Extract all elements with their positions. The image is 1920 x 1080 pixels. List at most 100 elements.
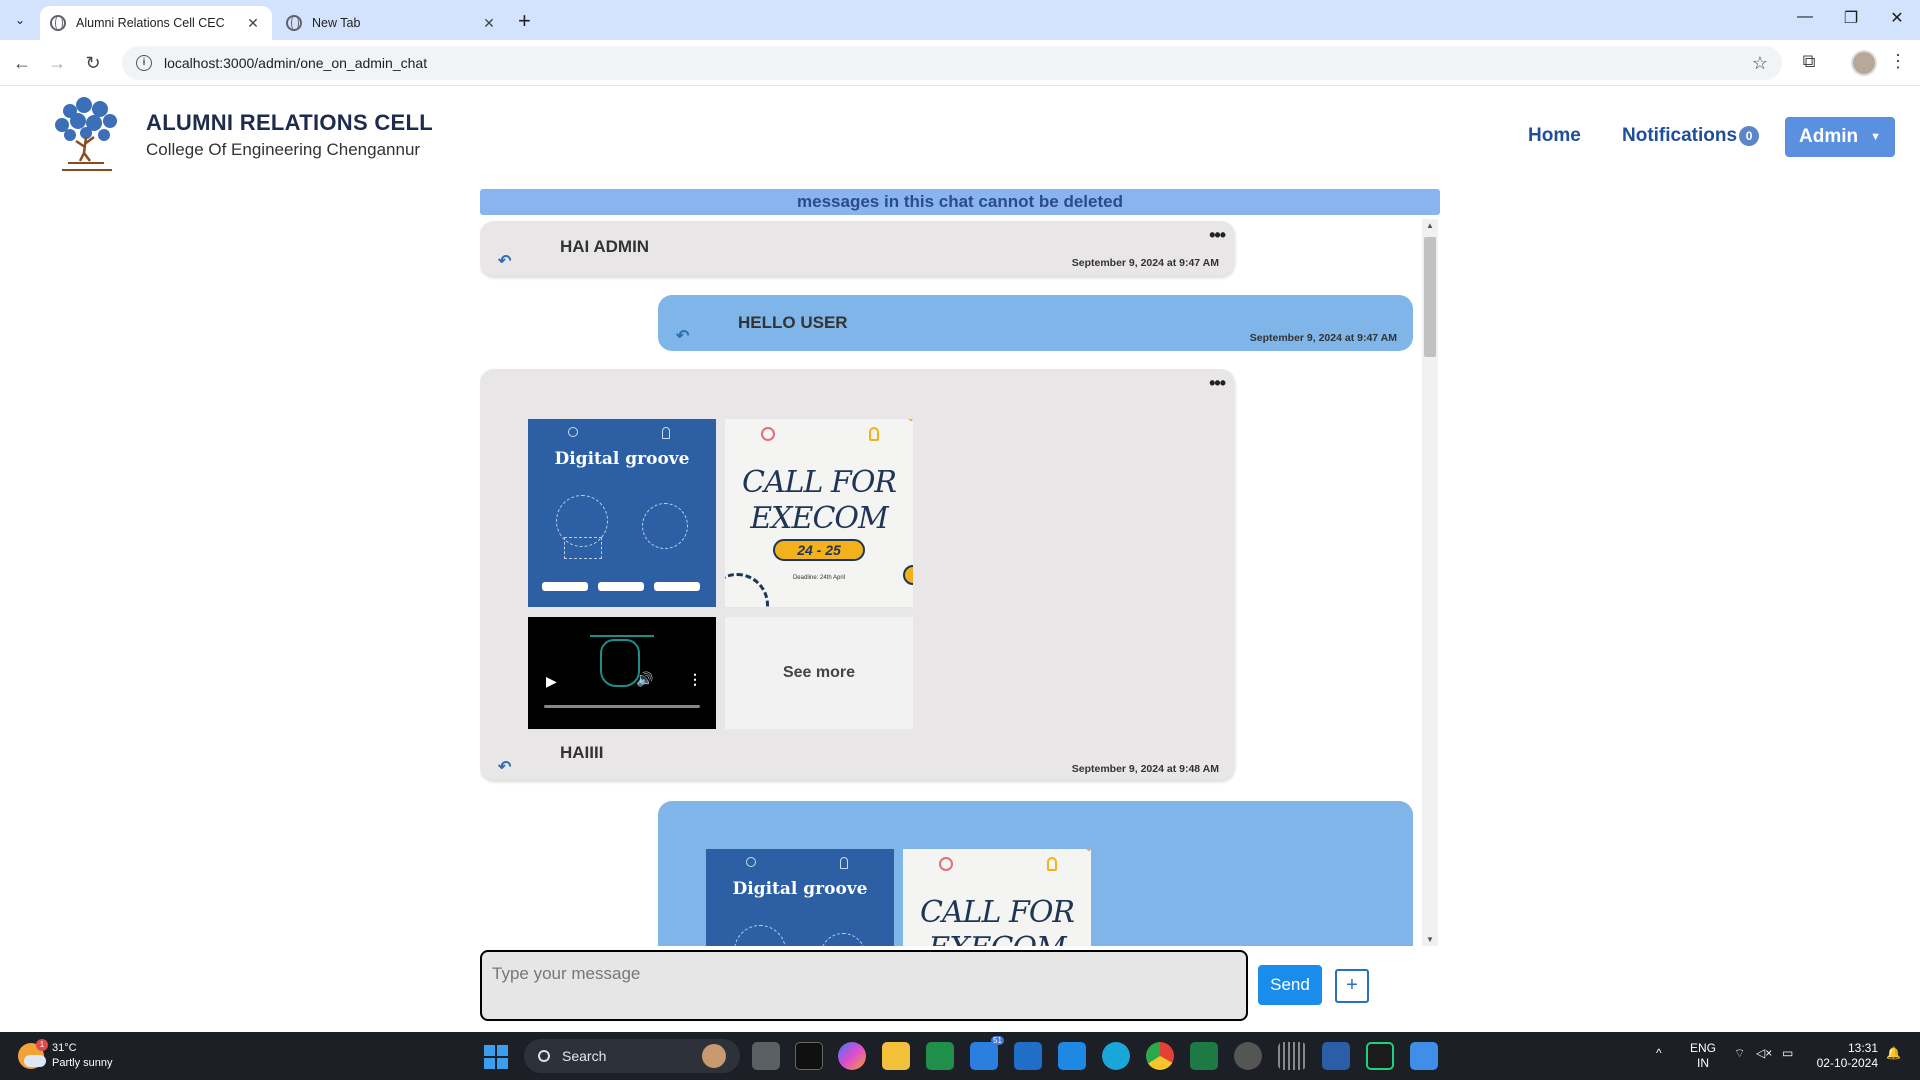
bookmark-star-icon[interactable]: ☆ xyxy=(1752,53,1768,74)
emblem-icon xyxy=(746,857,756,867)
digital-groove-poster[interactable]: Digital groove xyxy=(706,849,894,946)
store-icon[interactable] xyxy=(1058,1042,1086,1070)
bulb-icon xyxy=(840,857,848,869)
weather-widget[interactable]: 1 31°C Partly sunny xyxy=(18,1039,113,1071)
weather-badge: 1 xyxy=(36,1039,48,1051)
more-options-icon[interactable]: ••• xyxy=(1209,225,1226,246)
terminal-icon[interactable] xyxy=(795,1042,823,1070)
see-more-button[interactable]: See more xyxy=(725,617,913,729)
message-input[interactable] xyxy=(482,952,1246,1019)
copilot-icon[interactable] xyxy=(838,1042,866,1070)
browser-tab-active[interactable]: Alumni Relations Cell CEC ✕ xyxy=(40,6,272,40)
send-button[interactable]: Send xyxy=(1258,965,1322,1005)
brand-title: ALUMNI RELATIONS CELL xyxy=(146,110,433,135)
close-window-button[interactable]: ✕ xyxy=(1874,8,1920,28)
video-attachment[interactable]: ▶ 🔊 ⋮ xyxy=(528,617,716,729)
profile-avatar[interactable] xyxy=(1851,50,1877,76)
workbench-icon[interactable] xyxy=(1322,1042,1350,1070)
message-composer xyxy=(480,950,1248,1021)
notepad-icon[interactable] xyxy=(1410,1042,1438,1070)
tab-title: New Tab xyxy=(312,16,361,30)
chat-scrollbar[interactable]: ▲ ▼ xyxy=(1422,219,1438,946)
site-info-icon[interactable]: i xyxy=(136,55,152,71)
browser-tab-new[interactable]: New Tab ✕ xyxy=(276,6,508,40)
vscode-icon[interactable] xyxy=(1014,1042,1042,1070)
taskbar-search[interactable]: Search xyxy=(524,1039,740,1073)
chat-messages-area[interactable]: ••• HAI ADMIN ↶ September 9, 2024 at 9:4… xyxy=(480,219,1440,946)
nav-notifications-link[interactable]: Notifications 0 xyxy=(1622,125,1760,147)
admin-label: Admin xyxy=(1799,126,1859,147)
chrome-icon[interactable] xyxy=(1146,1042,1174,1070)
video-progress-bar[interactable] xyxy=(544,705,700,708)
reply-icon[interactable]: ↶ xyxy=(498,757,511,777)
windows-start-icon[interactable] xyxy=(484,1045,508,1069)
call-for-execom-poster[interactable]: CALL FOR EXECOM 24 - 25 Deadline: 24th A… xyxy=(725,419,913,607)
mail-icon[interactable]: 51 xyxy=(970,1036,1004,1070)
close-tab-icon[interactable]: ✕ xyxy=(244,15,262,32)
nav-home-link[interactable]: Home xyxy=(1528,125,1581,147)
notification-count-badge: 0 xyxy=(1739,126,1760,146)
file-explorer-icon[interactable] xyxy=(882,1042,910,1070)
language-indicator[interactable]: ENG IN xyxy=(1690,1041,1716,1071)
weather-temp: 31°C xyxy=(52,1042,77,1054)
caret-down-icon: ▼ xyxy=(1870,131,1881,143)
address-bar[interactable]: i localhost:3000/admin/one_on_admin_chat… xyxy=(122,46,1782,80)
message-text: HAIIII xyxy=(560,743,604,762)
mail-badge: 51 xyxy=(991,1036,1004,1045)
close-tab-icon[interactable]: ✕ xyxy=(480,15,498,32)
tray-chevron-icon[interactable]: ^ xyxy=(1656,1046,1662,1061)
pycharm-icon[interactable] xyxy=(1366,1042,1394,1070)
reply-icon[interactable]: ↶ xyxy=(676,326,689,346)
video-more-icon[interactable]: ⋮ xyxy=(688,671,702,688)
site-header: ALUMNI RELATIONS CELL College Of Enginee… xyxy=(0,87,1920,185)
drum-sketch xyxy=(564,537,602,559)
volume-icon[interactable]: 🔊 xyxy=(636,671,653,688)
weather-desc: Partly sunny xyxy=(52,1057,113,1069)
battery-icon[interactable]: ▭ xyxy=(1782,1046,1793,1061)
reply-icon[interactable]: ↶ xyxy=(498,251,511,271)
lang-line-1: ENG xyxy=(1690,1041,1717,1055)
call-for-execom-poster[interactable]: CALL FOR EXECOM xyxy=(903,849,1091,946)
emblem-icon xyxy=(761,427,775,441)
app-icon[interactable] xyxy=(1278,1042,1306,1070)
poster-title: CALL FOR EXECOM xyxy=(920,895,1075,946)
task-view-icon[interactable] xyxy=(752,1042,780,1070)
chat-notice-banner: messages in this chat cannot be deleted xyxy=(480,189,1440,215)
message-timestamp: September 9, 2024 at 9:47 AM xyxy=(1249,332,1397,344)
more-options-icon[interactable]: ••• xyxy=(1209,373,1226,394)
search-icon xyxy=(538,1050,550,1062)
digital-groove-poster[interactable]: Digital groove xyxy=(528,419,716,607)
decor-dot xyxy=(903,565,913,585)
notification-bell-icon[interactable]: 🔔 xyxy=(1886,1046,1901,1061)
bulb-icon xyxy=(869,427,879,441)
admin-dropdown-button[interactable]: Admin ▼ xyxy=(1785,117,1895,157)
forward-button[interactable]: → xyxy=(44,50,70,76)
wifi-icon[interactable]: ⌔ xyxy=(1734,1046,1745,1061)
scroll-up-arrow-icon[interactable]: ▲ xyxy=(1426,221,1434,230)
reload-button[interactable]: ↻ xyxy=(80,50,106,76)
add-attachment-button[interactable]: + xyxy=(1335,969,1369,1003)
new-tab-button[interactable]: + xyxy=(518,8,531,34)
play-icon[interactable]: ▶ xyxy=(546,673,557,690)
menu-kebab-icon[interactable]: ⋮ xyxy=(1886,51,1910,72)
chat-message-incoming: ••• HAI ADMIN ↶ September 9, 2024 at 9:4… xyxy=(480,221,1235,276)
tree-logo-icon[interactable] xyxy=(48,97,126,177)
clock-time: 13:31 xyxy=(1847,1041,1878,1055)
edge-icon[interactable] xyxy=(1102,1042,1130,1070)
scroll-down-arrow-icon[interactable]: ▼ xyxy=(1426,935,1434,944)
brand-subtitle: College Of Engineering Chengannur xyxy=(146,140,421,159)
scrollbar-thumb[interactable] xyxy=(1424,237,1436,357)
tab-search-button[interactable]: ⌄ xyxy=(8,8,32,32)
poster-info-pills xyxy=(542,582,700,591)
excel-icon[interactable] xyxy=(1190,1042,1218,1070)
volume-muted-icon[interactable]: ◁× xyxy=(1756,1046,1772,1061)
restore-button[interactable]: ❐ xyxy=(1828,8,1874,28)
obs-icon[interactable] xyxy=(1234,1042,1262,1070)
message-text: HELLO USER xyxy=(738,313,848,332)
message-timestamp: September 9, 2024 at 9:47 AM xyxy=(1071,257,1219,269)
minimize-button[interactable]: — xyxy=(1782,8,1828,26)
system-clock[interactable]: 13:31 02-10-2024 xyxy=(1806,1041,1878,1071)
extensions-icon[interactable]: ⧉ xyxy=(1797,51,1821,72)
back-button[interactable]: ← xyxy=(9,50,35,76)
sheets-app-icon[interactable] xyxy=(926,1042,954,1070)
